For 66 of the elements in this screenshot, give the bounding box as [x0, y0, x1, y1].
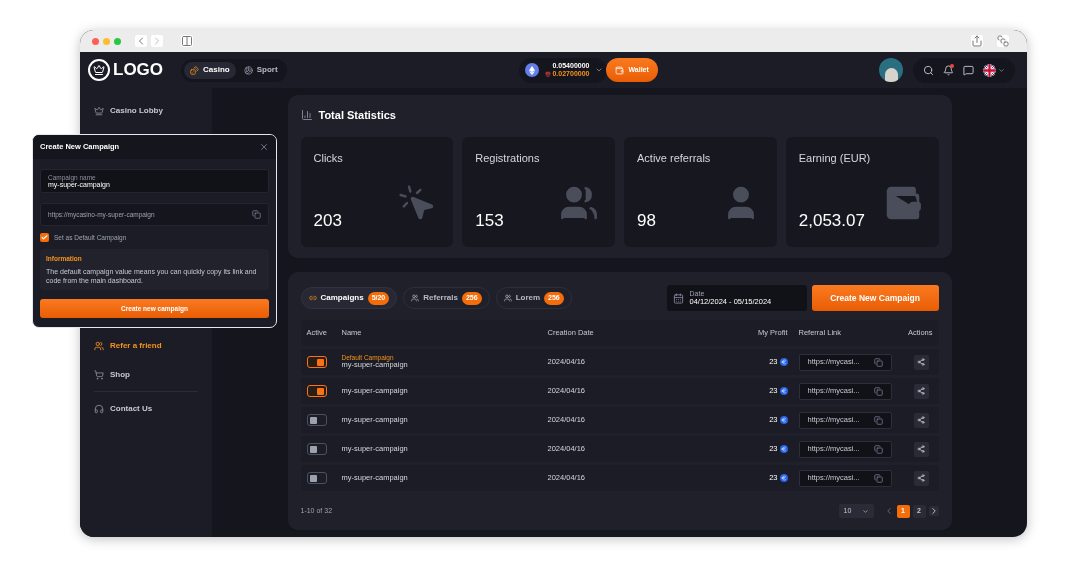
wallet-icon [615, 65, 625, 75]
euro-coin-icon [779, 387, 788, 395]
next-page-icon[interactable] [928, 506, 939, 516]
coin-icon [525, 63, 540, 77]
stat-value: 203 [313, 210, 343, 232]
toggle-switch[interactable] [306, 356, 327, 368]
stat-label: Clicks [313, 150, 344, 166]
search-icon[interactable] [923, 64, 934, 76]
caret-icon [861, 507, 869, 515]
share-icon [917, 416, 925, 424]
sidebar-item[interactable]: Casino Lobby [94, 96, 198, 125]
ball-icon [243, 65, 253, 75]
chart-icon [300, 109, 313, 122]
stat-label: Active referrals [637, 150, 712, 166]
share-icon [917, 445, 925, 453]
share-icon [917, 358, 925, 366]
sidebar-item[interactable]: Shop [94, 360, 198, 389]
link-icon [308, 294, 317, 302]
checkbox[interactable] [40, 233, 49, 243]
share-button[interactable] [913, 383, 929, 399]
panel-title: Total Statistics [318, 108, 396, 123]
sidebar-icon [94, 369, 104, 380]
sidebar-item[interactable]: Refer a friend [94, 331, 198, 360]
sidebar-icon [94, 105, 104, 116]
sidebar-toggle-icon[interactable] [181, 35, 193, 47]
logo-text: LOGO [113, 59, 164, 82]
chat-icon[interactable] [963, 64, 974, 76]
stat-label: Registrations [475, 150, 541, 166]
share-icon[interactable] [971, 35, 983, 47]
people-icon [411, 294, 420, 302]
euro-coin-icon [779, 474, 788, 482]
language-selector[interactable] [983, 63, 1005, 77]
sidebar-item[interactable]: Contact Us [94, 394, 198, 423]
share-button[interactable] [913, 441, 929, 457]
nav-tab[interactable]: Casino [184, 61, 236, 79]
people-icon [503, 294, 512, 302]
calendar-icon [672, 292, 684, 304]
tabs-icon[interactable] [997, 35, 1009, 47]
dice-icon [190, 65, 200, 75]
stat-label: Earning (EUR) [798, 150, 872, 166]
caret-icon[interactable] [595, 66, 604, 74]
nav-tab[interactable]: Sport [237, 61, 284, 79]
avatar[interactable] [879, 58, 903, 82]
stat-value: 153 [475, 210, 505, 232]
toggle-switch[interactable] [306, 472, 327, 484]
share-icon [917, 387, 925, 395]
toggle-switch[interactable] [306, 443, 327, 455]
logo-icon [88, 59, 110, 81]
share-button[interactable] [913, 412, 929, 428]
share-button[interactable] [913, 354, 929, 370]
euro-coin-icon [779, 445, 788, 453]
toggle-switch[interactable] [306, 414, 327, 426]
gift-icon [545, 70, 552, 77]
euro-coin-icon [779, 358, 788, 366]
euro-coin-icon [779, 416, 788, 424]
caret-icon [998, 66, 1005, 74]
notification-icon[interactable] [943, 64, 954, 76]
share-button[interactable] [913, 470, 929, 486]
toggle-switch[interactable] [306, 385, 327, 397]
close-icon[interactable] [259, 142, 269, 152]
stat-value: 98 [637, 210, 657, 232]
share-icon [917, 474, 925, 482]
flag-icon [983, 63, 996, 77]
stat-value: 2,053.07 [798, 210, 866, 232]
sidebar-icon [94, 340, 104, 351]
sidebar-icon [94, 403, 104, 414]
